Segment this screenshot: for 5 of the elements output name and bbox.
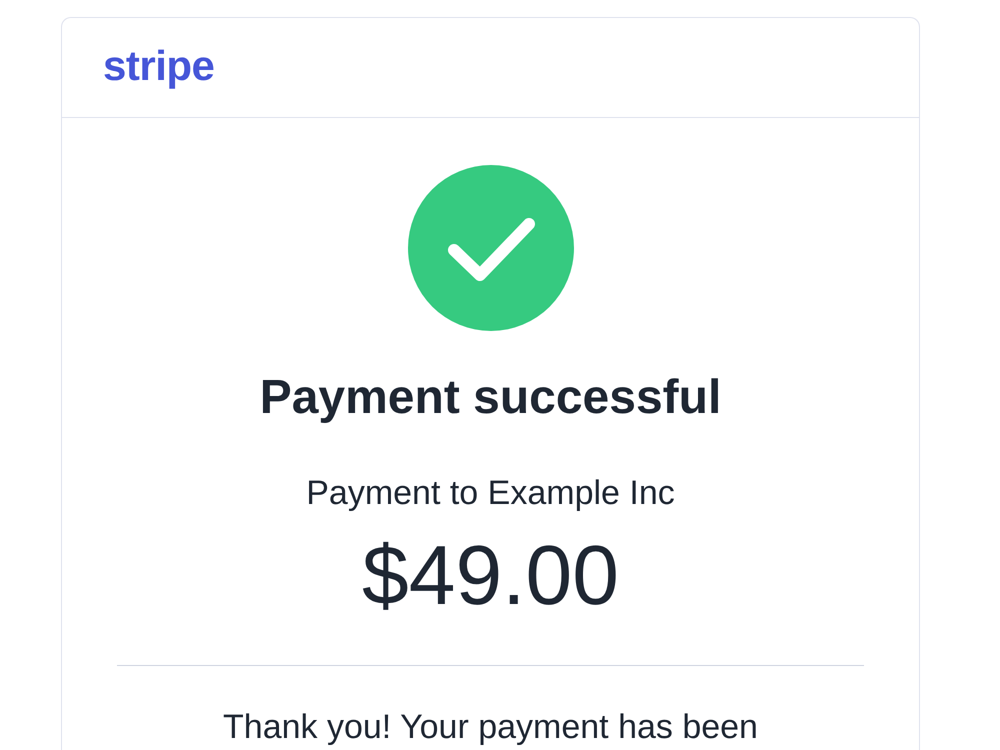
message-text: Thank you! Your payment has been	[223, 708, 758, 747]
status-title: Payment successful	[260, 370, 722, 426]
recipient-text: Payment to Example Inc	[306, 472, 675, 514]
logo-text: stripe	[103, 44, 214, 86]
amount-text: $49.00	[362, 529, 619, 622]
